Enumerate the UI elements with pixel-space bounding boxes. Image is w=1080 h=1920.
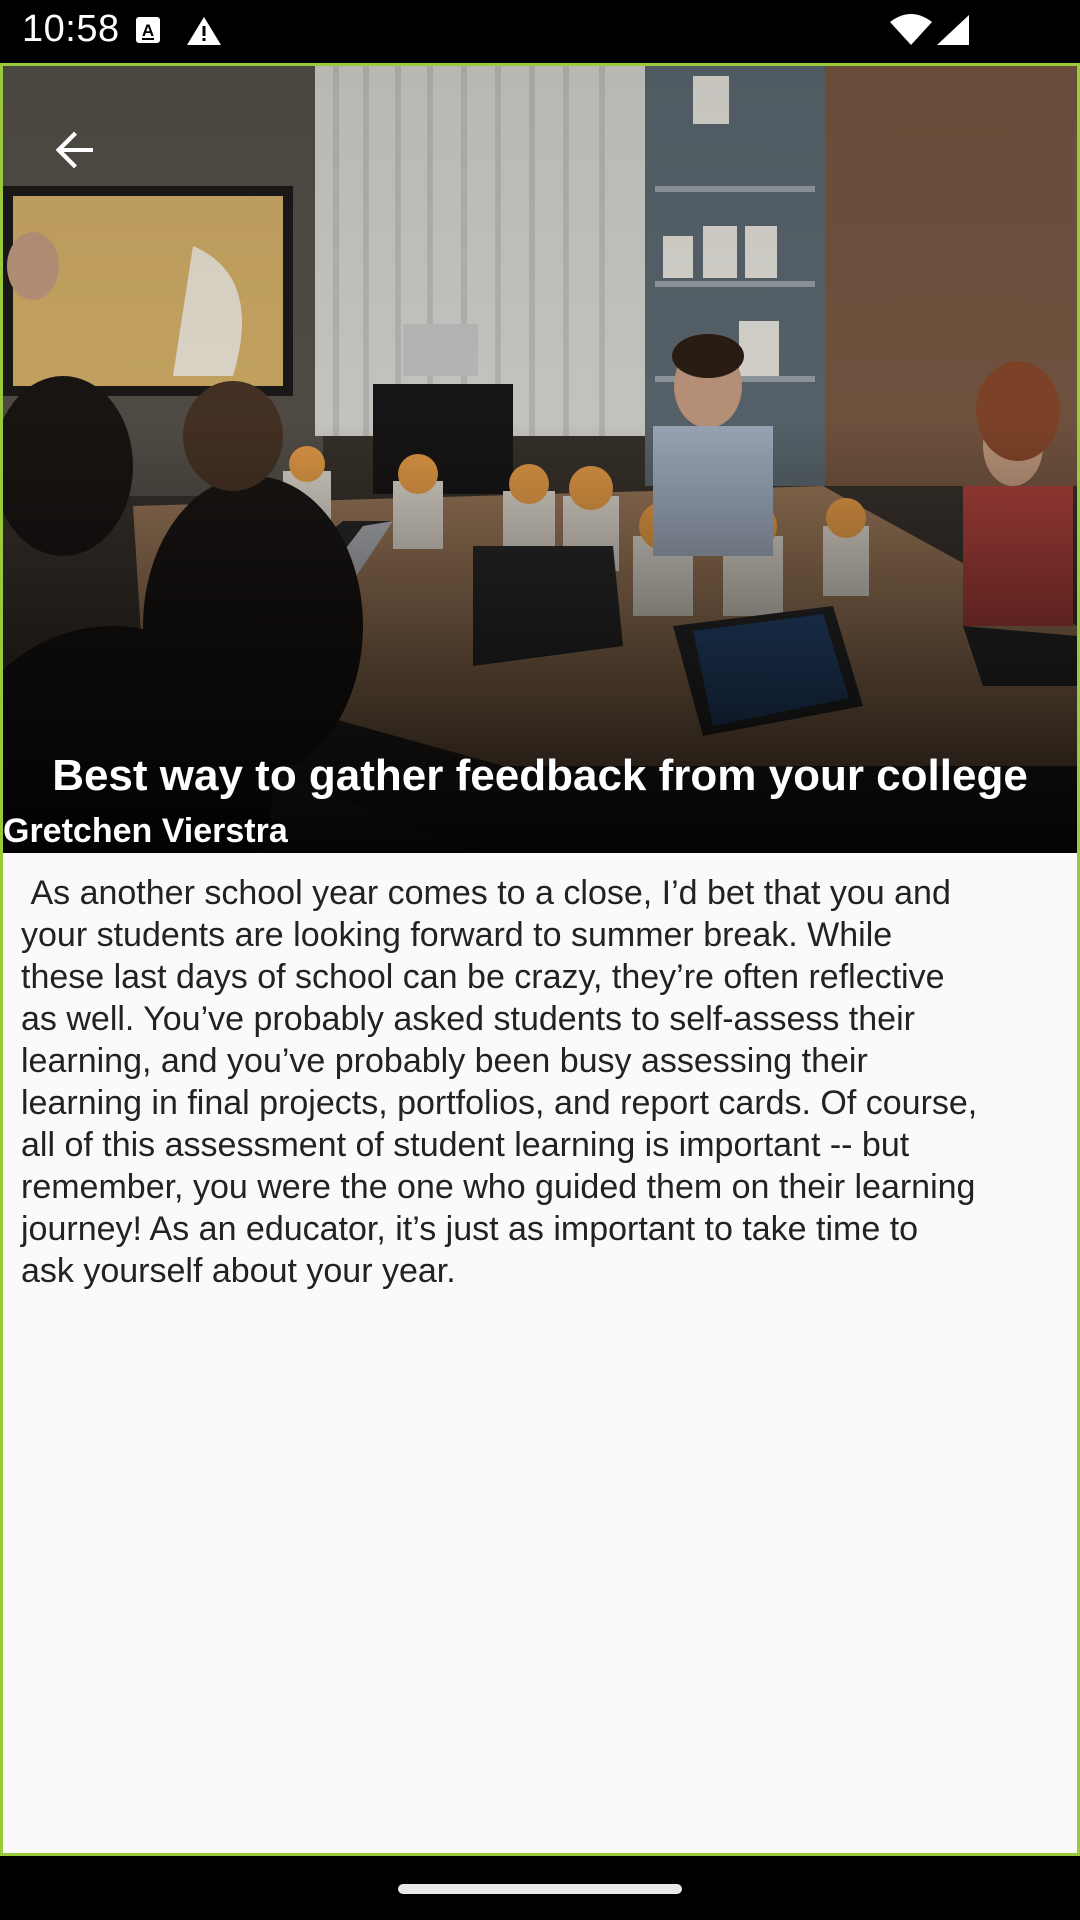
- article-title: Best way to gather feedback from your co…: [52, 751, 1028, 800]
- navigation-bar: [0, 1856, 1080, 1920]
- status-bar: 10:58 A: [0, 0, 1080, 63]
- svg-text:A: A: [142, 21, 154, 40]
- font-download-icon: A: [135, 16, 161, 51]
- alert-icon: [186, 16, 222, 51]
- article-body: As another school year comes to a close,…: [21, 874, 978, 1290]
- header-image: Best way to gather feedback from your co…: [3, 66, 1077, 853]
- hero-gradient-overlay: [3, 66, 1077, 853]
- signal-icon: [936, 14, 970, 51]
- status-time: 10:58: [22, 8, 120, 50]
- wifi-icon: [890, 14, 932, 51]
- article-screen: Best way to gather feedback from your co…: [0, 63, 1080, 1856]
- back-button[interactable]: [33, 110, 117, 194]
- home-gesture-handle[interactable]: [398, 1884, 682, 1894]
- author-name: Gretchen Vierstra: [3, 812, 288, 850]
- arrow-left-icon: [51, 126, 99, 179]
